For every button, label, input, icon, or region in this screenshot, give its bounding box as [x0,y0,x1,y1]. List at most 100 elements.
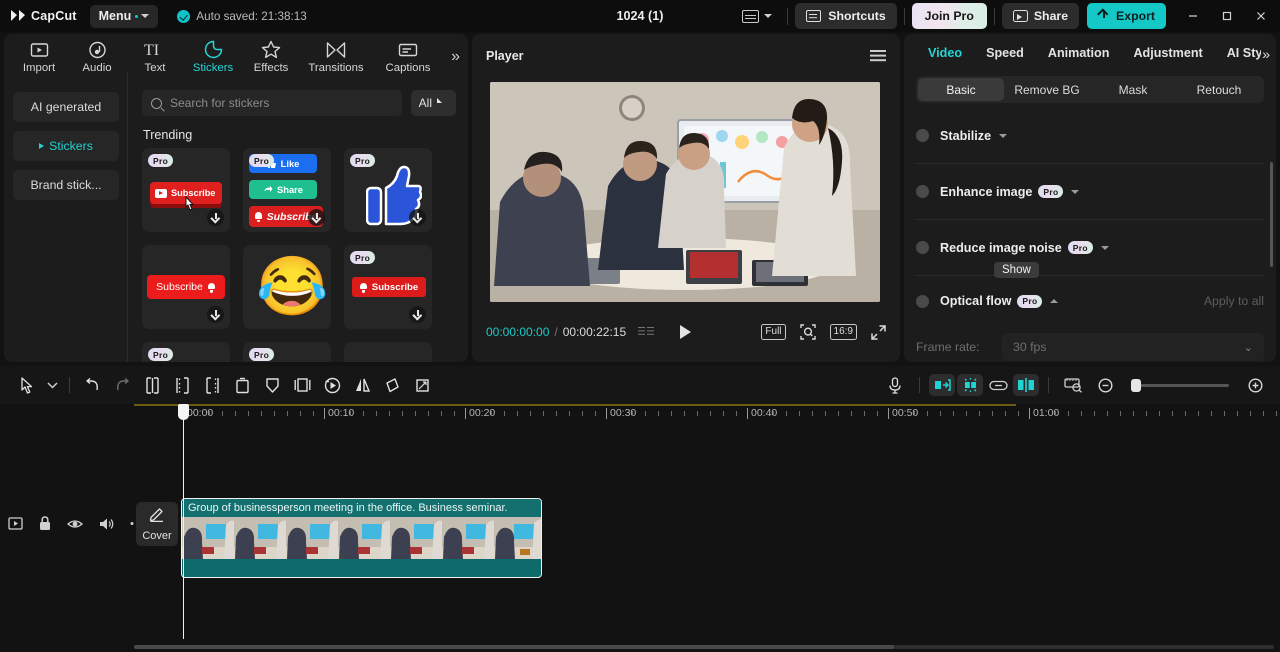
zoom-fit-icon[interactable] [799,324,816,340]
properties-scrollbar[interactable] [1270,162,1273,267]
split-icon[interactable] [137,370,167,400]
search-input[interactable] [170,96,393,110]
volume-icon[interactable] [99,517,114,531]
more-tabs-chevron-icon[interactable]: » [1262,46,1270,62]
trim-right-icon[interactable] [197,370,227,400]
tab-stickers[interactable]: Stickers [184,40,242,74]
sticker-item[interactable] [344,342,432,362]
auto-fit-icon[interactable] [957,374,983,396]
chevron-down-icon[interactable] [999,133,1008,138]
sidebar-item-ai-generated[interactable]: AI generated [13,92,119,122]
zoom-out-icon[interactable] [1090,370,1120,400]
join-pro-button[interactable]: Join Pro [911,3,987,29]
tab-import[interactable]: Import [10,40,68,74]
timeline-preview-icon[interactable] [1058,370,1088,400]
tab-speed[interactable]: Speed [974,46,1036,60]
cover-button[interactable]: Cover [136,502,178,546]
more-tools-chevron-icon[interactable]: » [451,48,460,66]
download-icon[interactable] [308,209,325,226]
download-icon[interactable] [207,209,224,226]
playhead-handle[interactable] [178,404,189,420]
playhead[interactable] [178,404,189,639]
play-button[interactable] [680,325,692,339]
shortcuts-button[interactable]: Shortcuts [795,3,897,29]
split-screen-icon[interactable] [929,374,955,396]
row-enhance-image[interactable]: Enhance image Pro [916,164,1264,220]
zoom-slider[interactable] [1131,378,1229,392]
tool-dropdown-caret-icon[interactable] [42,370,62,400]
timecode-bars-icon[interactable] [638,326,654,338]
sticker-item-like-share-subscribe[interactable]: Pro Like Share Subscribe [243,148,331,232]
sticker-item-red-subscribe[interactable]: Subscribe [142,245,230,329]
subtab-mask[interactable]: Mask [1090,78,1176,101]
subtab-retouch[interactable]: Retouch [1176,78,1262,101]
row-reduce-image-noise[interactable]: Reduce image noise Pro [916,220,1264,276]
link-icon[interactable] [985,374,1011,396]
mirror-icon[interactable] [347,370,377,400]
tab-animation[interactable]: Animation [1036,46,1122,60]
chevron-down-icon[interactable] [1100,245,1109,250]
video-preview[interactable] [490,82,880,302]
sticker-item-subscribe-bell[interactable]: Pro Subscribe [344,245,432,329]
row-stabilize[interactable]: Stabilize [916,108,1264,164]
tab-audio[interactable]: Audio [68,40,126,74]
redo-icon[interactable] [107,370,137,400]
export-button[interactable]: Export [1087,3,1166,29]
frame-rate-select[interactable]: 30 fps ⌄ [1002,333,1264,361]
download-icon[interactable] [409,306,426,323]
sticker-item-youtube-subscribe[interactable]: Pro Subscribe [142,148,230,232]
voiceover-mic-icon[interactable] [880,370,910,400]
subtab-basic[interactable]: Basic [918,78,1004,101]
maximize-button[interactable] [1210,0,1244,32]
zoom-slider-handle[interactable] [1131,378,1141,392]
timeline-scrollbar-thumb[interactable] [134,645,894,649]
sidebar-item-brand-stickers[interactable]: Brand stick... [13,170,119,200]
tab-text[interactable]: TI Text [126,40,184,74]
download-icon[interactable] [207,306,224,323]
select-tool-icon[interactable] [12,370,42,400]
tab-effects[interactable]: Effects [242,40,300,74]
download-icon[interactable] [409,209,426,226]
menu-button[interactable]: Menu [89,4,159,28]
crop-frame-icon[interactable] [287,370,317,400]
timeline-clip[interactable]: Group of businessperson meeting in the o… [181,498,542,578]
optical-flow-toggle[interactable] [916,294,929,308]
subtab-remove-bg[interactable]: Remove BG [1004,78,1090,101]
row-optical-flow[interactable]: Optical flow Pro Show Apply to all [916,262,1264,326]
stabilize-toggle[interactable] [916,129,929,142]
timeline-scrollbar[interactable] [134,645,1274,649]
snap-icon[interactable] [1013,374,1039,396]
freeze-icon[interactable] [257,370,287,400]
timeline-ruler[interactable]: 00:00 00:10 00:20 00:30 00:40 00:50 01:0… [134,404,1280,426]
lock-icon[interactable] [39,516,51,531]
track-type-icon[interactable] [8,517,23,530]
fullscreen-icon[interactable] [871,324,886,340]
tab-captions[interactable]: Captions [372,40,444,74]
tab-transitions[interactable]: Transitions [300,40,372,74]
tab-video[interactable]: Video [916,46,974,60]
reverse-icon[interactable] [317,370,347,400]
apply-to-all-button[interactable]: Apply to all [1204,294,1264,308]
sidebar-item-stickers[interactable]: Stickers [13,131,119,161]
sticker-item-thumbs-up[interactable]: Pro [344,148,432,232]
quality-button[interactable]: Full [761,324,786,340]
filter-all-button[interactable]: All [410,90,456,116]
tab-ai-styling[interactable]: AI Styli [1215,46,1261,60]
sticker-item[interactable]: Pro [142,342,230,362]
search-box[interactable] [142,90,402,116]
crop-icon[interactable] [407,370,437,400]
minimize-button[interactable] [1176,0,1210,32]
keyboard-layout-button[interactable] [734,9,780,23]
trim-left-icon[interactable] [167,370,197,400]
tab-adjustment[interactable]: Adjustment [1121,46,1214,60]
close-button[interactable] [1244,0,1278,32]
enhance-image-toggle[interactable] [916,185,929,198]
undo-icon[interactable] [77,370,107,400]
share-button[interactable]: Share [1001,3,1080,29]
hamburger-icon[interactable] [870,50,886,62]
reduce-noise-toggle[interactable] [916,241,929,254]
eye-icon[interactable] [67,518,83,530]
delete-icon[interactable] [227,370,257,400]
rotate-icon[interactable] [377,370,407,400]
chevron-down-icon[interactable] [1071,189,1080,194]
